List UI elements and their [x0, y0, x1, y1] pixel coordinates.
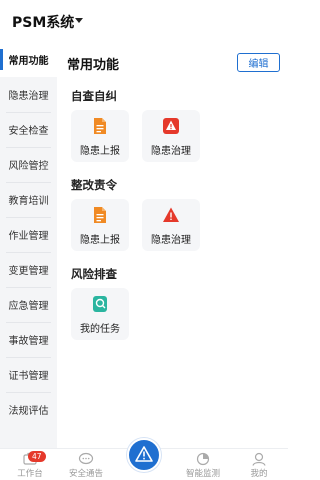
sidebar-item-certificate[interactable]: 证书管理: [0, 357, 57, 392]
sidebar-item-accident[interactable]: 事故管理: [0, 322, 57, 357]
tile-label: 隐患上报: [80, 235, 120, 246]
edit-button[interactable]: 编辑: [237, 53, 280, 72]
tab-smart-monitor[interactable]: 智能监测: [173, 449, 233, 480]
tile-my-task[interactable]: 我的任务: [71, 288, 129, 340]
report-document-icon: [94, 118, 106, 134]
notification-badge: 47: [28, 451, 46, 462]
sidebar-item-label: 证书管理: [8, 371, 49, 382]
sidebar-item-operation[interactable]: 作业管理: [0, 217, 57, 252]
warning-icon: [163, 207, 179, 222]
tab-label: 我的: [250, 469, 268, 479]
task-icon: [93, 296, 107, 312]
pie-chart-icon: [196, 452, 210, 466]
sidebar-item-label: 应急管理: [8, 301, 49, 312]
sidebar: 常用功能 隐患治理 安全检查 风险管控 教育培训 作业管理 变更管理 应急管理 …: [0, 42, 57, 448]
tile-hazard-report[interactable]: 隐患上报: [71, 110, 129, 162]
sidebar-item-hazard[interactable]: 隐患治理: [0, 77, 57, 112]
report-document-icon: [94, 207, 106, 223]
tab-label: 工作台: [17, 469, 43, 479]
chat-bubble-icon: [78, 452, 94, 465]
sidebar-item-label: 作业管理: [8, 231, 49, 242]
sidebar-item-label: 事故管理: [8, 336, 49, 347]
tab-workbench[interactable]: 47 工作台: [0, 449, 60, 480]
sidebar-item-label: 安全检查: [8, 126, 49, 137]
tile-label: 隐患上报: [80, 146, 120, 157]
warning-triangle-icon: [135, 446, 153, 462]
tab-label: 安全通告: [68, 469, 103, 479]
tab-safety-notice[interactable]: 安全通告: [56, 449, 116, 480]
sidebar-item-training[interactable]: 教育培训: [0, 182, 57, 217]
sidebar-item-regulation[interactable]: 法规评估: [0, 392, 57, 427]
warning-icon: [163, 118, 179, 134]
app-title[interactable]: PSM系统: [12, 12, 74, 32]
sidebar-item-label: 教育培训: [8, 196, 49, 207]
main-content: 常用功能 编辑 自查自纠 隐患上报 隐患治理 整改责令 隐患上报 隐患治理 风险…: [57, 42, 288, 448]
section-title: 风险排查: [71, 267, 117, 281]
section-title: 自查自纠: [71, 89, 117, 103]
tab-label: 智能监测: [185, 469, 220, 479]
sidebar-item-label: 隐患治理: [8, 91, 49, 102]
section-title: 整改责令: [71, 178, 117, 192]
sidebar-item-label: 常用功能: [8, 56, 49, 67]
app-header: PSM系统: [0, 0, 288, 42]
profile-icon: [252, 452, 266, 466]
page-title: 常用功能: [67, 58, 120, 73]
sidebar-item-label: 风险管控: [8, 161, 49, 172]
sidebar-item-label: 法规评估: [8, 406, 49, 417]
sidebar-item-risk[interactable]: 风险管控: [0, 147, 57, 182]
sidebar-item-safety-check[interactable]: 安全检查: [0, 112, 57, 147]
tile-hazard-governance[interactable]: 隐患治理: [142, 110, 200, 162]
tile-label: 隐患治理: [151, 235, 191, 246]
chevron-down-icon[interactable]: [75, 18, 83, 23]
tab-mine[interactable]: 我的: [229, 449, 289, 480]
center-warning-button[interactable]: [127, 438, 161, 472]
sidebar-item-common[interactable]: 常用功能: [0, 42, 57, 77]
sidebar-item-label: 变更管理: [8, 266, 49, 277]
tile-label: 我的任务: [80, 324, 120, 335]
tile-label: 隐患治理: [151, 146, 191, 157]
tile-hazard-governance[interactable]: 隐患治理: [142, 199, 200, 251]
sidebar-item-emergency[interactable]: 应急管理: [0, 287, 57, 322]
tile-hazard-report[interactable]: 隐患上报: [71, 199, 129, 251]
sidebar-item-change[interactable]: 变更管理: [0, 252, 57, 287]
